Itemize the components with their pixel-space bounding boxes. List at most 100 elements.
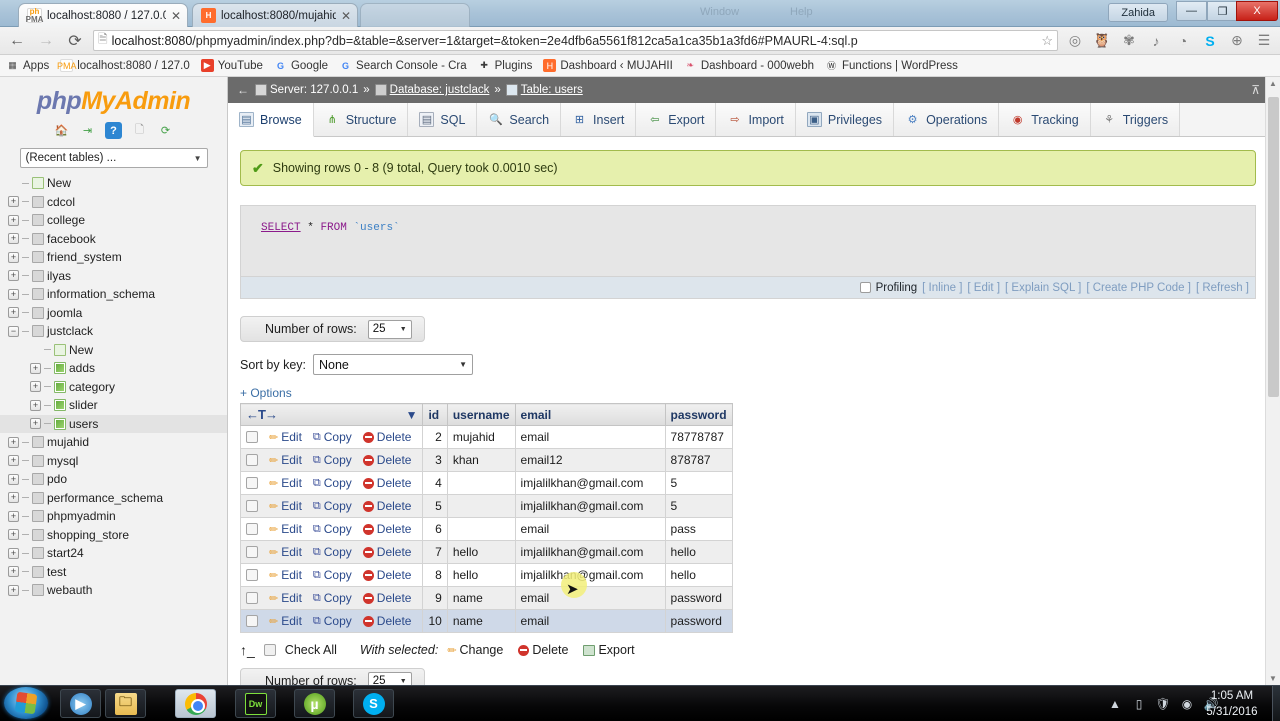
breadcrumb-server[interactable]: Server: 127.0.0.1 — [255, 84, 358, 96]
tree-item-mysql[interactable]: + mysql — [0, 452, 227, 471]
copy-row-button[interactable]: ⧉ Copy — [313, 591, 352, 605]
speed-icon[interactable]: ◔ — [1173, 31, 1193, 51]
edit-link[interactable]: [ Edit ] — [967, 282, 1000, 294]
scroll-up-icon[interactable]: ▲ — [1269, 79, 1277, 88]
expand-node-icon[interactable]: + — [8, 510, 19, 522]
tree-item-test[interactable]: + test — [0, 563, 227, 582]
expand-node-icon[interactable]: + — [30, 381, 41, 393]
expand-node-icon[interactable]: + — [30, 399, 41, 411]
home-icon[interactable]: 🏠 — [53, 122, 70, 139]
tab-tracking[interactable]: ◉ Tracking — [999, 103, 1091, 136]
tree-item-new[interactable]: New — [0, 341, 227, 360]
tree-item-mujahid[interactable]: + mujahid — [0, 433, 227, 452]
help-icon[interactable]: ? — [105, 122, 122, 139]
row-checkbox[interactable] — [246, 431, 258, 443]
expand-node-icon[interactable]: + — [8, 233, 19, 245]
check-all-checkbox[interactable] — [263, 644, 276, 656]
show-desktop-button[interactable] — [1272, 686, 1280, 721]
show-hidden-icons[interactable]: ▲ — [1108, 697, 1122, 711]
user-profile-button[interactable]: Zahida — [1108, 3, 1168, 22]
expand-node-icon[interactable]: + — [8, 584, 19, 596]
record-icon[interactable]: ◎ — [1065, 31, 1085, 51]
table-row[interactable]: ✏ Edit ⧉ Copy Delete 5 imjalilkhan@gmail.com 5 — [239, 494, 733, 518]
copy-row-button[interactable]: ⧉ Copy — [313, 453, 352, 467]
copy-row-button[interactable]: ⧉ Copy — [313, 476, 352, 490]
tree-item-performance-schema[interactable]: + performance_schema — [0, 489, 227, 508]
tab-search[interactable]: 🔍 Search — [477, 103, 562, 136]
music-icon[interactable]: ♪ — [1146, 31, 1166, 51]
tab-browse[interactable]: ▤ Browse — [228, 103, 314, 137]
column-header-password[interactable]: password — [664, 403, 733, 426]
bookmark-localhost[interactable]: PMA localhost:8080 / 127.0 — [57, 59, 190, 72]
tab-privileges[interactable]: ▣ Privileges — [795, 103, 895, 136]
bookmark-plugins[interactable]: ✚ Plugins — [478, 59, 532, 72]
bookmark-search-console[interactable]: G Search Console - Cra — [339, 59, 467, 72]
tree-item-pdo[interactable]: + pdo — [0, 470, 227, 489]
row-checkbox[interactable] — [246, 592, 258, 604]
expand-node-icon[interactable]: + — [8, 547, 19, 559]
battery-icon[interactable]: ▯ — [1132, 697, 1146, 711]
chevron-down-icon[interactable]: ▼ — [406, 408, 418, 422]
refresh-link[interactable]: [ Refresh ] — [1196, 282, 1249, 294]
expand-node-icon[interactable]: + — [8, 196, 19, 208]
column-header-email[interactable]: email — [514, 403, 666, 426]
column-header-username[interactable]: username — [446, 403, 516, 426]
expand-node-icon[interactable]: + — [8, 455, 19, 467]
taskbar-item-skype[interactable]: S — [353, 689, 394, 718]
row-checkbox[interactable] — [246, 569, 258, 581]
expand-node-icon[interactable]: + — [30, 418, 41, 430]
collapse-node-icon[interactable]: − — [8, 325, 19, 337]
expand-node-icon[interactable]: + — [30, 362, 41, 374]
expand-node-icon[interactable]: + — [8, 436, 19, 448]
tree-item-facebook[interactable]: + facebook — [0, 230, 227, 249]
bookmark-apps[interactable]: ▦ Apps — [6, 59, 49, 72]
edit-row-button[interactable]: ✏ Edit — [269, 522, 302, 536]
delete-row-button[interactable]: Delete — [362, 614, 411, 628]
expand-node-icon[interactable]: + — [8, 214, 19, 226]
scrollbar-thumb[interactable] — [1268, 97, 1279, 397]
tree-item-friend-system[interactable]: + friend_system — [0, 248, 227, 267]
menu-icon[interactable]: ☰ — [1254, 31, 1274, 51]
breadcrumb-table[interactable]: Table: users — [505, 84, 583, 96]
number-of-rows-select[interactable]: 25 ▼ — [367, 671, 412, 685]
copy-row-button[interactable]: ⧉ Copy — [313, 568, 352, 582]
reload-icon[interactable]: ⟳ — [157, 122, 174, 139]
row-checkbox[interactable] — [246, 454, 258, 466]
export-button[interactable]: Export — [583, 643, 635, 657]
close-icon[interactable]: ✕ — [171, 9, 181, 23]
copy-row-button[interactable]: ⧉ Copy — [313, 499, 352, 513]
edit-row-button[interactable]: ✏ Edit — [269, 591, 302, 605]
tree-item-information-schema[interactable]: + information_schema — [0, 285, 227, 304]
collapse-icon[interactable]: ⊼ — [1251, 83, 1260, 97]
edit-row-button[interactable]: ✏ Edit — [269, 453, 302, 467]
bookmark-youtube[interactable]: ▶ YouTube — [200, 59, 263, 72]
expand-node-icon[interactable]: + — [8, 492, 19, 504]
back-icon[interactable]: ← — [236, 83, 250, 97]
skype-icon[interactable]: S — [1200, 31, 1220, 51]
docs-icon[interactable]: 🗋 — [131, 122, 148, 139]
reload-button[interactable]: ⟳ — [64, 30, 86, 52]
delete-row-button[interactable]: Delete — [362, 545, 411, 559]
copy-row-button[interactable]: ⧉ Copy — [313, 545, 352, 559]
browser-tab-active[interactable]: ph PMA localhost:8080 / 127.0.0.1 ✕ — [18, 3, 188, 27]
back-button[interactable]: ← — [6, 30, 28, 52]
tab-export[interactable]: ⇦ Export — [636, 103, 717, 136]
table-row[interactable]: ✏ Edit ⧉ Copy Delete 6 email pass — [239, 517, 733, 541]
delete-row-button[interactable]: Delete — [362, 591, 411, 605]
expand-node-icon[interactable]: + — [8, 307, 19, 319]
close-icon[interactable]: ✕ — [341, 9, 351, 23]
delete-row-button[interactable]: Delete — [362, 522, 411, 536]
maximize-button[interactable]: ❐ — [1207, 1, 1238, 21]
expand-node-icon[interactable]: + — [8, 566, 19, 578]
bookmark-google[interactable]: G Google — [274, 59, 328, 72]
expand-node-icon[interactable]: + — [8, 529, 19, 541]
taskbar-item-utorrent[interactable]: µ — [294, 689, 335, 718]
tab-structure[interactable]: ⋔ Structure — [313, 103, 409, 136]
delete-row-button[interactable]: Delete — [362, 568, 411, 582]
edit-row-button[interactable]: ✏ Edit — [269, 430, 302, 444]
edit-row-button[interactable]: ✏ Edit — [269, 545, 302, 559]
scroll-down-icon[interactable]: ▼ — [1269, 674, 1277, 683]
column-header-id[interactable]: id — [422, 403, 448, 426]
edit-row-button[interactable]: ✏ Edit — [269, 568, 302, 582]
tab-triggers[interactable]: ⚘ Triggers — [1090, 103, 1181, 136]
